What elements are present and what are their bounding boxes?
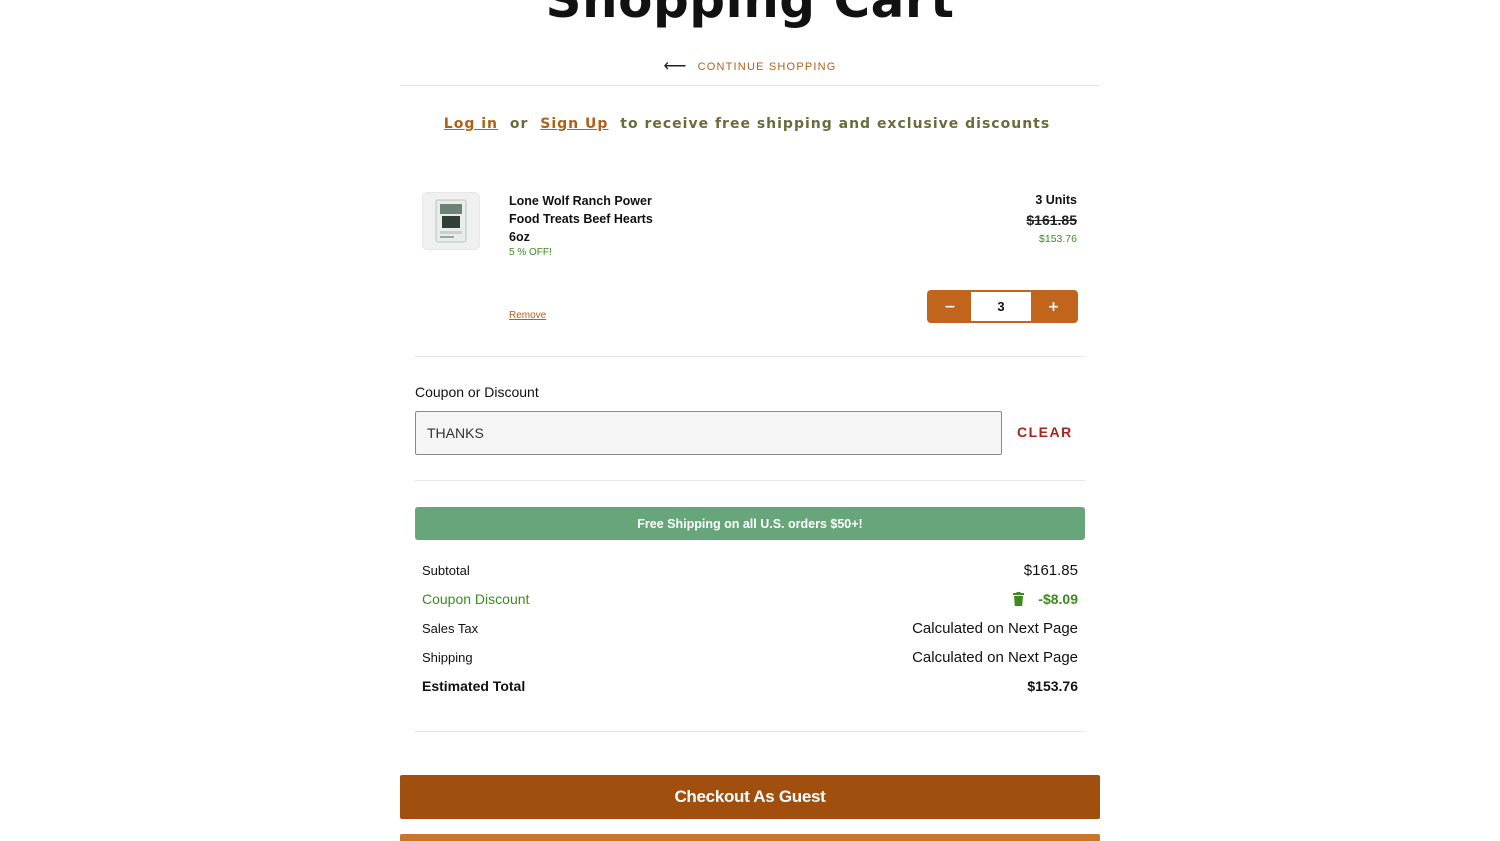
continue-shopping-label: CONTINUE SHOPPING (697, 61, 837, 73)
sales-tax-label: Sales Tax (422, 620, 479, 636)
product-image (435, 199, 467, 243)
free-shipping-banner: Free Shipping on all U.S. orders $50+! (415, 507, 1085, 540)
estimated-total-row: Estimated Total $153.76 (422, 677, 1078, 695)
login-banner: Log in or Sign Up to receive free shippi… (0, 116, 1500, 136)
arrow-left-icon: ⟵ (663, 58, 688, 75)
estimated-total-value: $153.76 (1027, 678, 1078, 694)
decrement-button[interactable]: − (929, 292, 971, 321)
increment-button[interactable]: + (1031, 292, 1076, 321)
sales-tax-row: Sales Tax Calculated on Next Page (422, 619, 1078, 637)
coupon-discount-row: Coupon Discount -$8.09 (422, 590, 1078, 608)
shipping-value: Calculated on Next Page (912, 648, 1078, 666)
sales-tax-value: Calculated on Next Page (912, 619, 1078, 637)
quantity-input[interactable] (971, 292, 1031, 321)
divider (400, 85, 1100, 86)
estimated-total-label: Estimated Total (422, 678, 526, 694)
coupon-input[interactable] (415, 411, 1002, 455)
sale-price: $153.76 (1039, 233, 1077, 245)
product-thumbnail[interactable] (422, 192, 480, 250)
shipping-row: Shipping Calculated on Next Page (422, 648, 1078, 666)
subtotal-label: Subtotal (422, 562, 470, 578)
coupon-discount-value: -$8.09 (1038, 591, 1078, 607)
divider (414, 356, 1085, 357)
discount-badge: 5 % OFF! (509, 247, 552, 258)
checkout-as-guest-button[interactable]: Checkout As Guest (400, 775, 1100, 819)
quantity-stepper: − + (927, 290, 1078, 323)
subtotal-row: Subtotal $161.85 (422, 561, 1078, 579)
units-count: 3 Units (1035, 193, 1077, 207)
page-title: Shopping Cart (545, 0, 955, 29)
coupon-discount-label: Coupon Discount (422, 591, 530, 607)
divider (414, 480, 1085, 481)
signup-link[interactable]: Sign Up (540, 116, 608, 132)
original-price: $161.85 (1026, 212, 1077, 228)
product-name[interactable]: Lone Wolf Ranch Power Food Treats Beef H… (509, 192, 669, 246)
shipping-label: Shipping (422, 649, 473, 665)
subtotal-value: $161.85 (1023, 561, 1078, 579)
login-message: to receive free shipping and exclusive d… (620, 116, 1051, 132)
coupon-label: Coupon or Discount (415, 384, 539, 400)
login-link[interactable]: Log in (444, 116, 498, 132)
or-text: or (509, 116, 529, 132)
trash-icon[interactable] (1013, 592, 1025, 606)
secondary-checkout-button[interactable] (400, 834, 1100, 841)
continue-shopping-link[interactable]: ⟵ CONTINUE SHOPPING (0, 59, 1500, 75)
remove-item-link[interactable]: Remove (509, 310, 546, 321)
clear-coupon-button[interactable]: CLEAR (1017, 424, 1073, 440)
divider (414, 731, 1085, 732)
